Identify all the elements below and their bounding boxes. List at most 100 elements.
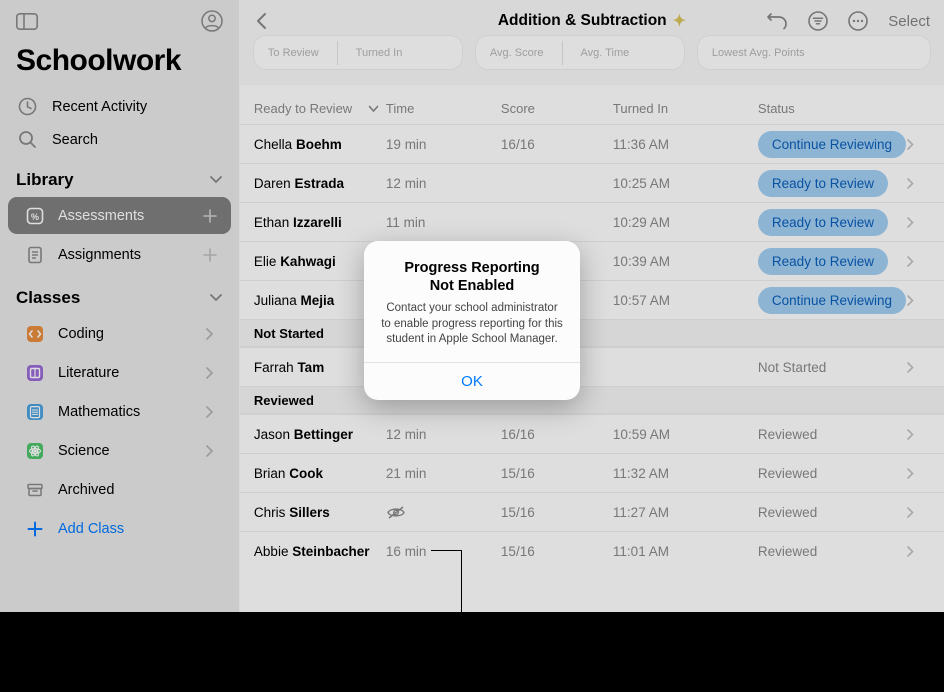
literature-icon: [24, 363, 46, 383]
sidebar-item-assessments[interactable]: % Assessments: [8, 197, 231, 234]
table-row[interactable]: Jason Bettinger12 min16/1610:59 AMReview…: [240, 414, 944, 453]
plus-icon: [24, 520, 46, 538]
chevron-right-icon: [906, 361, 930, 374]
column-header-time[interactable]: Time: [386, 101, 501, 116]
sidebar-item-assignments[interactable]: Assignments: [8, 236, 231, 273]
cell-turnedin: 11:27 AM: [613, 505, 758, 520]
sidebar-item-recent-activity[interactable]: Recent Activity: [0, 90, 239, 123]
sidebar-item-coding[interactable]: Coding: [8, 315, 231, 352]
table-row[interactable]: Ethan Izzarelli11 min10:29 AMReady to Re…: [240, 202, 944, 241]
chevron-right-icon: [906, 467, 930, 480]
callout-line: [431, 550, 461, 551]
cell-time: 16 min: [386, 544, 501, 559]
cell-turnedin: 10:59 AM: [613, 427, 758, 442]
table-row[interactable]: Farrah TamNot Started: [240, 347, 944, 386]
sidebar-toggle-icon[interactable]: [16, 13, 38, 30]
table-header-row: Ready to Review Time Score Turned In Sta…: [240, 85, 944, 124]
table-row[interactable]: Juliana Mejia10:57 AMContinue Reviewing: [240, 280, 944, 319]
sidebar-item-archived[interactable]: Archived: [8, 471, 231, 508]
filter-button[interactable]: [808, 11, 828, 31]
clock-icon: [16, 97, 38, 116]
chevron-right-icon: [201, 405, 219, 419]
sidebar-item-mathematics[interactable]: Mathematics: [8, 393, 231, 430]
student-name: Chris Sillers: [254, 505, 386, 520]
cell-status: Reviewed: [758, 505, 906, 520]
chevron-right-icon: [906, 294, 930, 307]
plus-icon[interactable]: [201, 247, 219, 263]
chevron-right-icon: [201, 366, 219, 380]
cell-status: Continue Reviewing: [758, 287, 906, 314]
assignment-icon: [24, 245, 46, 265]
add-class-button[interactable]: Add Class: [8, 510, 231, 547]
cell-turnedin: 11:36 AM: [613, 137, 758, 152]
search-icon: [16, 130, 38, 149]
sidebar-item-label: Recent Activity: [52, 99, 147, 115]
eye-off-icon: [386, 505, 501, 520]
chevron-right-icon: [906, 506, 930, 519]
cell-turnedin: 10:57 AM: [613, 293, 758, 308]
student-name: Chella Boehm: [254, 137, 386, 152]
table-row[interactable]: Brian Cook21 min15/1611:32 AMReviewed: [240, 453, 944, 492]
profile-icon[interactable]: [201, 10, 223, 32]
science-icon: [24, 441, 46, 461]
column-header-ready[interactable]: Ready to Review: [254, 101, 386, 116]
cell-status: Continue Reviewing: [758, 131, 906, 158]
cell-status: Reviewed: [758, 466, 906, 481]
sidebar-item-science[interactable]: Science: [8, 432, 231, 469]
summary-card-avg: Avg. Score Avg. Time: [476, 36, 684, 69]
cell-score: 16/16: [501, 427, 613, 442]
cell-score: 15/16: [501, 505, 613, 520]
classes-header[interactable]: Classes: [0, 274, 239, 314]
plus-icon[interactable]: [201, 208, 219, 224]
cell-time: 21 min: [386, 466, 501, 481]
table-row[interactable]: Elie Kahwagi10:39 AMReady to Review: [240, 241, 944, 280]
student-name: Brian Cook: [254, 466, 386, 481]
math-icon: [24, 402, 46, 422]
student-name: Jason Bettinger: [254, 427, 386, 442]
group-header-not-started: Not Started: [240, 319, 944, 347]
column-header-status[interactable]: Status: [758, 101, 906, 116]
cell-status: Reviewed: [758, 427, 906, 442]
chevron-right-icon: [201, 444, 219, 458]
column-header-score[interactable]: Score: [501, 101, 613, 116]
cell-status: Ready to Review: [758, 209, 906, 236]
cell-time: 12 min: [386, 427, 501, 442]
table-row[interactable]: Chella Boehm19 min16/1611:36 AMContinue …: [240, 124, 944, 163]
app-title: Schoolwork: [0, 36, 239, 90]
alert-ok-button[interactable]: OK: [364, 362, 580, 400]
students-table: Ready to Review Time Score Turned In Sta…: [240, 85, 944, 612]
status-pill[interactable]: Continue Reviewing: [758, 287, 906, 314]
status-pill[interactable]: Continue Reviewing: [758, 131, 906, 158]
chevron-right-icon: [906, 428, 930, 441]
assessment-icon: %: [24, 206, 46, 226]
column-header-turnedin[interactable]: Turned In: [613, 101, 758, 116]
chevron-right-icon: [201, 327, 219, 341]
back-button[interactable]: [254, 11, 268, 31]
chevron-down-icon: [209, 175, 223, 185]
library-header[interactable]: Library: [0, 156, 239, 196]
table-row[interactable]: Abbie Steinbacher16 min15/1611:01 AMRevi…: [240, 531, 944, 570]
undo-button[interactable]: [766, 12, 788, 30]
svg-text:%: %: [31, 212, 39, 222]
alert-dialog: Progress ReportingNot Enabled Contact yo…: [364, 241, 580, 400]
student-name: Daren Estrada: [254, 176, 386, 191]
sidebar-item-literature[interactable]: Literature: [8, 354, 231, 391]
select-button[interactable]: Select: [888, 13, 930, 30]
table-row[interactable]: Daren Estrada12 min10:25 AMReady to Revi…: [240, 163, 944, 202]
archived-icon: [24, 480, 46, 500]
callout-line: [461, 550, 462, 690]
table-row[interactable]: Chris Sillers 15/1611:27 AMReviewed: [240, 492, 944, 531]
cell-turnedin: 11:32 AM: [613, 466, 758, 481]
alert-message: Contact your school administrator to ena…: [380, 301, 564, 348]
sidebar-item-search[interactable]: Search: [0, 123, 239, 156]
student-name: Ethan Izzarelli: [254, 215, 386, 230]
chevron-right-icon: [906, 216, 930, 229]
status-pill[interactable]: Ready to Review: [758, 170, 888, 197]
more-button[interactable]: [848, 11, 868, 31]
cell-status: Reviewed: [758, 544, 906, 559]
status-pill[interactable]: Ready to Review: [758, 248, 888, 275]
cell-time: 19 min: [386, 137, 501, 152]
group-header-reviewed: Reviewed: [240, 386, 944, 414]
cell-score: 16/16: [501, 137, 613, 152]
status-pill[interactable]: Ready to Review: [758, 209, 888, 236]
